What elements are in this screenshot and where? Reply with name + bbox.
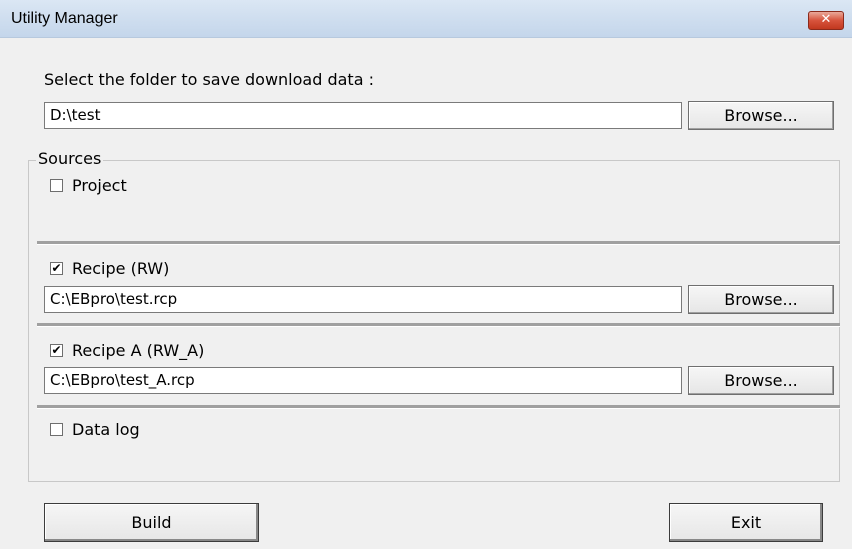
window-title: Utility Manager [11, 10, 118, 27]
divider-project-recipe [37, 241, 840, 245]
data-log-checkbox[interactable] [50, 423, 63, 436]
utility-manager-window: Utility Manager ✕ Select the folder to s… [0, 0, 852, 549]
close-button[interactable]: ✕ [808, 11, 844, 30]
folder-prompt-label: Select the folder to save download data … [44, 70, 374, 89]
data-log-label: Data log [72, 420, 140, 439]
recipe-a-checkbox[interactable]: ✔ [50, 344, 63, 357]
close-icon: ✕ [820, 12, 832, 27]
recipe-checkbox[interactable]: ✔ [50, 262, 63, 275]
folder-browse-button[interactable]: Browse... [688, 101, 834, 130]
recipe-path-input[interactable]: C:\EBpro\test.rcp [44, 286, 682, 313]
title-bar[interactable]: Utility Manager ✕ [0, 0, 852, 38]
divider-recipe-a-data-log [37, 405, 840, 409]
folder-path-input[interactable]: D:\test [44, 102, 682, 129]
recipe-a-browse-button[interactable]: Browse... [688, 366, 834, 395]
build-button[interactable]: Build [44, 503, 259, 542]
recipe-browse-button[interactable]: Browse... [688, 285, 834, 314]
sources-groupbox [28, 160, 840, 482]
divider-recipe-recipe-a [37, 323, 840, 327]
sources-group-label: Sources [36, 149, 104, 168]
recipe-a-path-input[interactable]: C:\EBpro\test_A.rcp [44, 367, 682, 394]
recipe-a-label: Recipe A (RW_A) [72, 341, 205, 360]
exit-button[interactable]: Exit [669, 503, 823, 542]
recipe-label: Recipe (RW) [72, 259, 170, 278]
project-label: Project [72, 176, 127, 195]
project-checkbox[interactable] [50, 179, 63, 192]
